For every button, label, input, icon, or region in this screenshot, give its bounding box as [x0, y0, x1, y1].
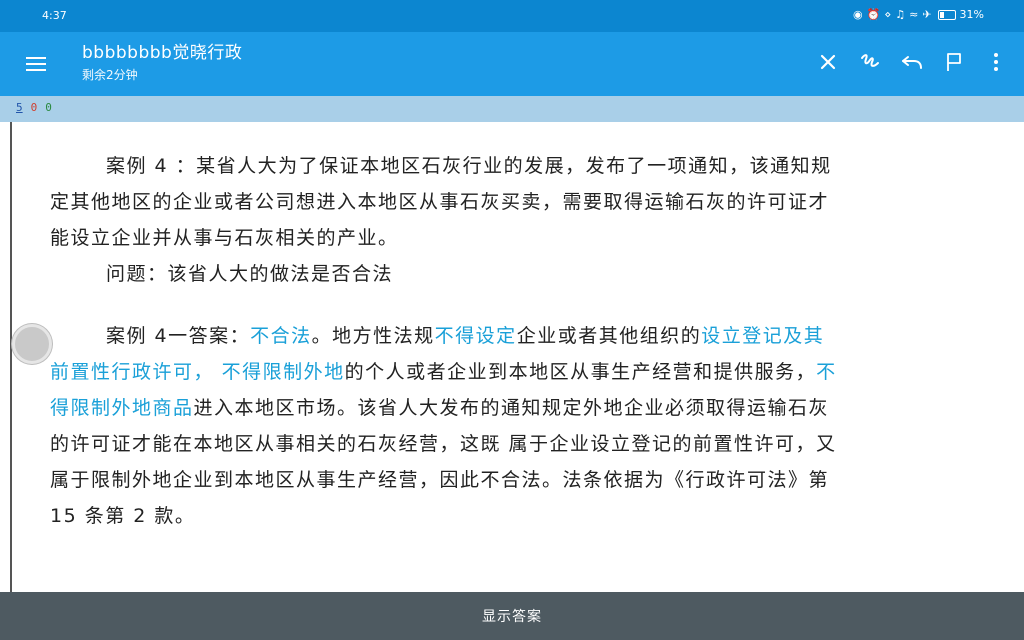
eye-icon: ◉ — [853, 8, 863, 21]
menu-icon[interactable] — [24, 52, 48, 76]
answer-highlight-1: 不合法 — [250, 325, 312, 347]
time-remaining: 剩余2分钟 — [82, 68, 138, 82]
status-icons: ◉ ⏰ ⋄ ♫ ≈ ✈ 31% — [853, 8, 984, 21]
app-bar: bbbbbbbb觉晓行政 剩余2分钟 — [0, 32, 1024, 96]
close-icon[interactable] — [814, 48, 842, 76]
mark-count-blue[interactable]: 5 — [16, 101, 23, 114]
alarm-icon: ⏰ — [866, 8, 881, 21]
question-line: 问题：该省人大的做法是否合法 — [106, 263, 394, 285]
bluetooth-icon: ⋄ — [884, 8, 892, 21]
answer-text-2: 企业或者其他组织的 — [516, 325, 702, 347]
status-bar: 4:37 ◉ ⏰ ⋄ ♫ ≈ ✈ 31% — [0, 0, 1024, 32]
title-area: bbbbbbbb觉晓行政 剩余2分钟 — [82, 42, 242, 84]
mute-icon: ♫ — [895, 8, 906, 21]
mark-count-red: 0 — [30, 101, 38, 114]
answer-highlight-2: 不得设定 — [434, 325, 517, 347]
question-content: 案例 4 ：某省人大为了保证本地区石灰行业的发展，发布了一项通知，该通知规定其他… — [0, 122, 1024, 592]
status-time: 4:37 — [42, 9, 67, 22]
wifi-icon: ≈ — [909, 8, 919, 21]
flag-icon[interactable] — [940, 48, 968, 76]
answer-text-1: 。地方性法规 — [311, 325, 435, 347]
airplane-icon: ✈ — [922, 8, 932, 21]
answer-highlight-4: 不得限制外地 — [221, 361, 345, 383]
case-answer: 案例 4一答案：不合法。地方性法规不得设定企业或者其他组织的设立登记及其前置性行… — [50, 318, 840, 534]
case-label: 案例 4 ： — [106, 155, 197, 177]
show-answer-button[interactable]: 显示答案 — [0, 592, 1024, 640]
progress-marks-bar: 5 0 0 — [0, 96, 1024, 122]
more-options-icon[interactable] — [982, 48, 1010, 76]
battery-level: 31% — [959, 8, 984, 21]
app-title: bbbbbbbb觉晓行政 — [82, 43, 243, 63]
show-answer-label: 显示答案 — [482, 609, 542, 625]
mark-count-green: 0 — [45, 101, 52, 114]
scroll-handle[interactable] — [12, 324, 52, 364]
answer-label: 案例 4一答案： — [106, 325, 251, 347]
answer-text-4: 的个人或者企业到本地区从事生产经营和提供服务， — [344, 361, 817, 383]
answer-text-3 — [214, 361, 222, 383]
battery-icon — [937, 9, 956, 20]
handwriting-icon[interactable] — [856, 48, 884, 76]
toolbar-actions — [814, 48, 1010, 76]
undo-icon[interactable] — [898, 48, 926, 76]
progress-marks: 5 0 0 — [16, 101, 52, 114]
case-question: 案例 4 ：某省人大为了保证本地区石灰行业的发展，发布了一项通知，该通知规定其他… — [50, 148, 840, 256]
question-document: 案例 4 ：某省人大为了保证本地区石灰行业的发展，发布了一项通知，该通知规定其他… — [50, 148, 840, 534]
left-divider — [10, 122, 12, 592]
